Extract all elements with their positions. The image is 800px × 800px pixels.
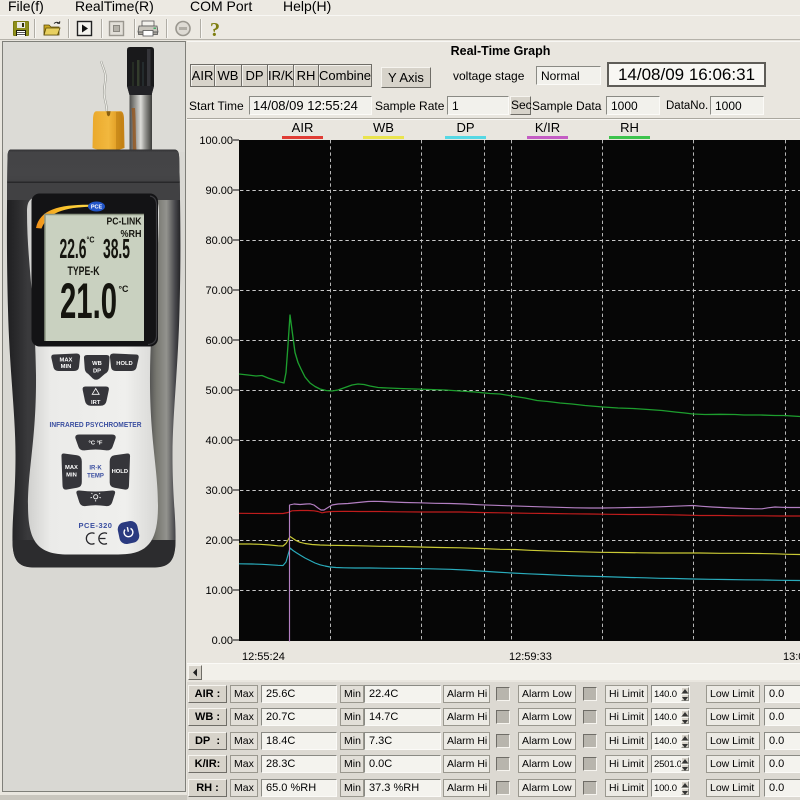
svg-text:DP: DP <box>93 369 101 375</box>
svg-text:13:03:42: 13:03:42 <box>783 651 800 663</box>
svg-text:38.5: 38.5 <box>103 233 130 264</box>
svg-text:°C °F: °C °F <box>89 441 103 447</box>
svg-text:IR·K: IR·K <box>89 466 102 472</box>
svg-text:100.00: 100.00 <box>199 135 233 147</box>
svg-text:12:55:24: 12:55:24 <box>242 651 285 663</box>
svg-text:MAX: MAX <box>65 465 78 471</box>
svg-text:22.6: 22.6 <box>60 233 87 264</box>
svg-text:60.00: 60.00 <box>205 335 233 347</box>
svg-text:PCE-320: PCE-320 <box>79 521 113 530</box>
svg-text:30.00: 30.00 <box>205 485 233 497</box>
svg-text:MIN: MIN <box>66 473 77 479</box>
svg-text:MIN: MIN <box>61 364 72 370</box>
svg-text:°C: °C <box>87 236 95 245</box>
svg-text:INFRARED PSYCHROMETER: INFRARED PSYCHROMETER <box>50 422 142 429</box>
svg-text:HOLD: HOLD <box>112 469 128 475</box>
svg-text:21.0: 21.0 <box>60 273 117 329</box>
svg-text:MAX: MAX <box>60 358 73 364</box>
svg-text:70.00: 70.00 <box>205 285 233 297</box>
svg-text:12:59:33: 12:59:33 <box>509 651 552 663</box>
svg-text:TEMP: TEMP <box>87 474 104 480</box>
svg-text:°C: °C <box>119 284 129 294</box>
svg-text:PC-LINK: PC-LINK <box>107 217 143 228</box>
svg-text:90.00: 90.00 <box>205 185 233 197</box>
svg-text:WB: WB <box>92 361 102 367</box>
svg-text:HOLD: HOLD <box>116 361 132 367</box>
svg-text:IRT: IRT <box>91 400 101 406</box>
svg-text:40.00: 40.00 <box>205 435 233 447</box>
svg-text:80.00: 80.00 <box>205 235 233 247</box>
svg-text:PCE: PCE <box>91 205 103 211</box>
svg-text:?: ? <box>210 19 220 41</box>
svg-text:10.00: 10.00 <box>205 585 233 597</box>
svg-text:50.00: 50.00 <box>205 385 233 397</box>
svg-text:20.00: 20.00 <box>205 535 233 547</box>
svg-text:0.00: 0.00 <box>212 635 233 647</box>
